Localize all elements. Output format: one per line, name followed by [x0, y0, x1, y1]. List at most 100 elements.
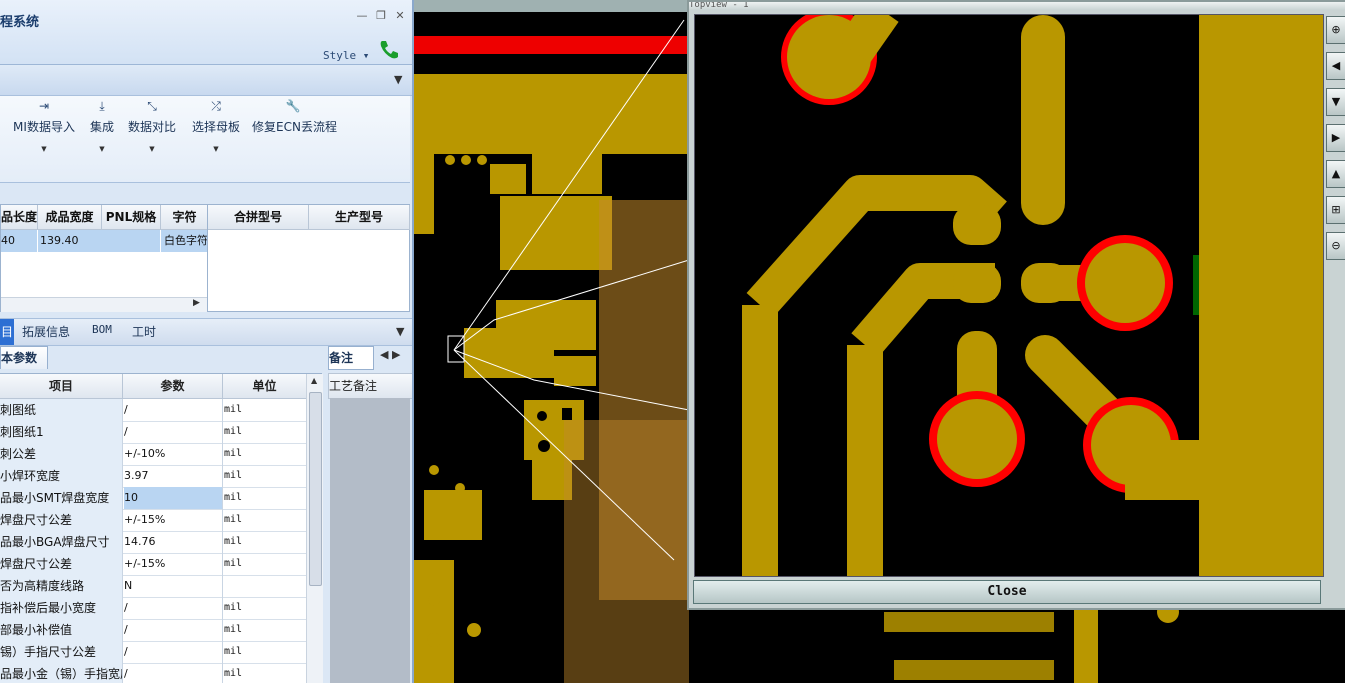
table-row[interactable]: 小焊环宽度 3.97 mil — [0, 465, 306, 488]
column-header[interactable]: PNL规格 — [102, 205, 161, 230]
param-item: 否为高精度线路 — [0, 575, 123, 597]
merged-model-grid[interactable]: 合拼型号 生产型号 — [207, 204, 410, 312]
column-header[interactable]: 项目 — [0, 374, 123, 399]
pan-right-tool-icon[interactable]: ▶ — [1326, 124, 1345, 152]
param-value[interactable]: / — [124, 641, 223, 663]
column-header[interactable]: 参数 — [123, 374, 223, 399]
download-icon: ⤓ — [99, 99, 105, 113]
table-row[interactable]: 部最小补偿值 / mil — [0, 619, 306, 642]
table-row[interactable]: 指补偿后最小宽度 / mil — [0, 597, 306, 620]
integrate-button[interactable]: ⤓ 集成 ▼ — [86, 96, 118, 176]
ribbon-collapse-icon[interactable]: ▼ — [394, 73, 402, 86]
parameter-table[interactable]: 项目 参数 单位 刺图纸 / mil 刺图纸1 / mil 刺公差 +/-10%… — [0, 373, 323, 683]
table-row[interactable]: 品最小BGA焊盘尺寸 14.76 mil — [0, 531, 306, 554]
tab-notes[interactable]: 备注 — [328, 346, 374, 370]
column-header[interactable]: 品长度 — [1, 205, 38, 230]
compare-icon: ⤡ — [147, 99, 157, 113]
vertical-scrollbar[interactable]: ▲ — [306, 374, 323, 683]
close-button[interactable]: Close — [693, 580, 1321, 604]
pan-left-tool-icon[interactable]: ◀ — [1326, 52, 1345, 80]
column-header[interactable]: 字符 — [161, 205, 209, 230]
title-bar: 程系统 — ❐ ✕ Style ▾ — [0, 0, 412, 65]
param-value[interactable]: / — [124, 619, 223, 641]
table-row[interactable]: 焊盘尺寸公差 +/-15% mil — [0, 509, 306, 532]
table-row[interactable]: 锡）手指尺寸公差 / mil — [0, 641, 306, 664]
product-size-grid[interactable]: 品长度 成品宽度 PNL规格 字符 40 139.40 白色字符 ▶ — [0, 204, 209, 312]
table-row[interactable]: 焊盘尺寸公差 +/-15% mil — [0, 553, 306, 576]
tab-basic[interactable]: 目 — [0, 319, 14, 345]
param-value[interactable]: N — [124, 575, 223, 597]
chevron-down-icon[interactable]: ▼ — [12, 145, 76, 153]
style-menu[interactable]: Style ▾ — [323, 49, 369, 62]
fit-view-tool-icon[interactable]: ⊞ — [1326, 196, 1345, 224]
column-header[interactable]: 合拼型号 — [208, 205, 309, 230]
table-row[interactable]: 刺公差 +/-10% mil — [0, 443, 306, 466]
param-unit: mil — [224, 426, 243, 437]
param-value[interactable]: / — [124, 399, 223, 421]
param-unit: mil — [224, 536, 243, 547]
param-unit: mil — [224, 492, 243, 503]
param-item: 锡）手指尺寸公差 — [0, 641, 123, 663]
param-unit: mil — [224, 602, 243, 613]
tab-work-hours[interactable]: 工时 — [132, 323, 156, 340]
param-value[interactable]: 14.76 — [124, 531, 223, 553]
data-compare-button[interactable]: ⤡ 数据对比 ▼ — [126, 96, 178, 176]
chevron-down-icon[interactable]: ▼ — [126, 145, 178, 153]
restore-icon[interactable]: ❐ — [374, 9, 388, 23]
pan-up-tool-icon[interactable]: ▲ — [1326, 160, 1345, 188]
tab-basic-params[interactable]: 本参数 — [0, 346, 48, 369]
tab-bom[interactable]: BOM — [92, 323, 112, 336]
topview-popup-window[interactable]: Topview - 1 Close ⊕ ◀ ▼ ▶ ▲ ⊞ ⊖ — [687, 0, 1345, 610]
column-header[interactable]: 单位 — [223, 374, 307, 399]
param-value[interactable]: / — [124, 421, 223, 443]
param-value[interactable]: 10 — [124, 487, 223, 509]
tab-nav-arrows-icon[interactable]: ◀ ▶ — [380, 348, 400, 361]
table-row[interactable]: 刺图纸1 / mil — [0, 421, 306, 444]
close-icon[interactable]: ✕ — [393, 9, 407, 23]
integrate-label: 集成 — [89, 120, 114, 134]
scroll-right-icon[interactable]: ▶ — [193, 298, 200, 308]
table-cell[interactable]: 139.40 — [38, 230, 103, 252]
detail-tab-bar: 目 拓展信息 BOM 工时 ▼ — [0, 318, 412, 346]
minimize-icon[interactable]: — — [355, 9, 369, 23]
pan-down-tool-icon[interactable]: ▼ — [1326, 88, 1345, 116]
param-item: 品最小BGA焊盘尺寸 — [0, 531, 123, 553]
param-value[interactable]: 3.97 — [124, 465, 223, 487]
tab-extended-info[interactable]: 拓展信息 — [22, 323, 70, 340]
table-row[interactable]: 品最小金（锡）手指宽度 / mil — [0, 663, 306, 683]
table-row-selected[interactable]: 品最小SMT焊盘宽度 10 mil — [0, 487, 306, 510]
mi-import-button[interactable]: ⇥ MI数据导入 ▼ — [12, 96, 76, 176]
param-unit: mil — [224, 404, 243, 415]
fix-ecn-flow-button[interactable]: 🔧 修复ECN丢流程 — [252, 96, 337, 176]
topview-zoom-canvas[interactable] — [694, 14, 1324, 577]
horizontal-scrollbar[interactable]: ▶ — [1, 297, 208, 312]
select-motherboard-button[interactable]: ⤮ 选择母板 ▼ — [190, 96, 242, 176]
param-item: 品最小金（锡）手指宽度 — [0, 663, 123, 683]
param-value[interactable]: +/-15% — [124, 509, 223, 531]
chevron-down-icon[interactable]: ▼ — [86, 145, 118, 153]
fix-ecn-flow-label: 修复ECN丢流程 — [252, 120, 337, 134]
param-value[interactable]: +/-15% — [124, 553, 223, 575]
param-value[interactable]: / — [124, 663, 223, 683]
table-cell[interactable] — [102, 230, 160, 252]
param-item: 焊盘尺寸公差 — [0, 553, 123, 575]
table-row[interactable]: 刺图纸 / mil — [0, 399, 306, 422]
scrollbar-thumb[interactable] — [309, 392, 322, 586]
phone-icon[interactable] — [378, 38, 400, 60]
chevron-down-icon[interactable]: ▼ — [190, 145, 242, 153]
column-header[interactable]: 生产型号 — [309, 205, 410, 230]
param-value[interactable]: / — [124, 597, 223, 619]
table-row[interactable]: 否为高精度线路 N — [0, 575, 306, 598]
scroll-up-icon[interactable]: ▲ — [311, 376, 317, 385]
param-item: 品最小SMT焊盘宽度 — [0, 487, 123, 509]
process-notes-area[interactable] — [330, 398, 410, 683]
param-unit: mil — [224, 514, 243, 525]
table-cell[interactable]: 白色字符 — [161, 230, 208, 252]
import-icon: ⇥ — [38, 99, 50, 113]
column-header[interactable]: 成品宽度 — [38, 205, 102, 230]
zoom-out-tool-icon[interactable]: ⊖ — [1326, 232, 1345, 260]
tab-menu-icon[interactable]: ▼ — [396, 325, 404, 338]
table-cell[interactable]: 40 — [1, 230, 37, 252]
param-value[interactable]: +/-10% — [124, 443, 223, 465]
zoom-in-tool-icon[interactable]: ⊕ — [1326, 16, 1345, 44]
